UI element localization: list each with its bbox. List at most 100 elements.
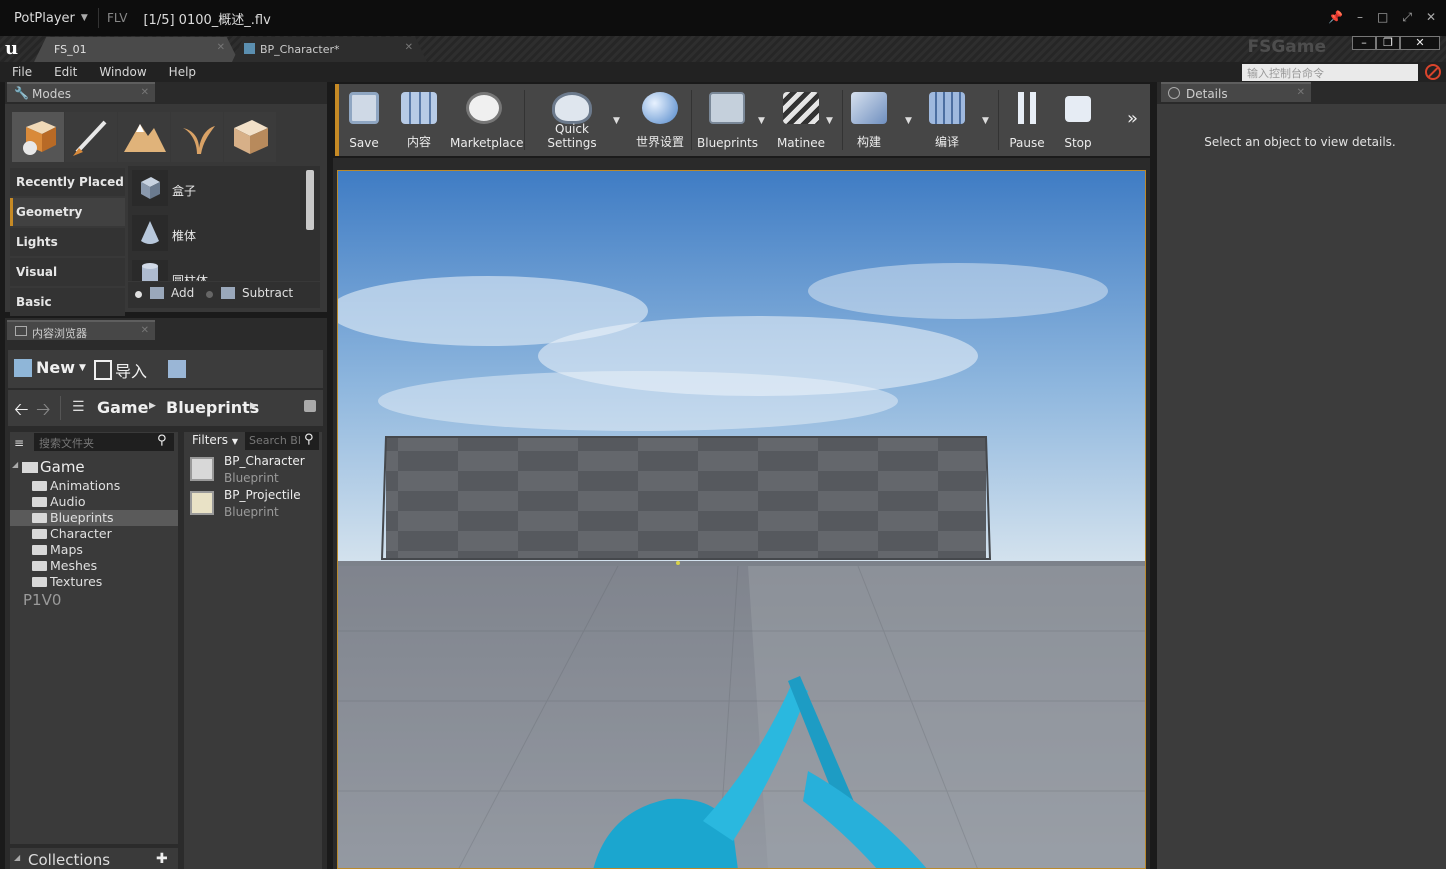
blueprint-icon xyxy=(709,92,745,124)
menu-help[interactable]: Help xyxy=(169,65,196,79)
close-button[interactable]: ✕ xyxy=(1400,36,1440,50)
import-button[interactable]: 导入 xyxy=(94,358,147,382)
place-mode-button[interactable] xyxy=(12,112,64,162)
save-button[interactable]: Save xyxy=(342,88,386,150)
asset-item[interactable]: BP_Projectile Blueprint xyxy=(188,488,320,522)
list-item[interactable]: 盒子 xyxy=(132,170,312,208)
tab-blueprint[interactable]: BP_Character* ✕ xyxy=(232,37,427,62)
content-button[interactable]: 内容 xyxy=(396,88,442,150)
tab-content-browser[interactable]: 内容浏览器 ✕ xyxy=(7,320,155,340)
compile-button[interactable]: 编译 xyxy=(922,88,972,150)
new-button[interactable]: New ▼ xyxy=(14,358,86,377)
asset-item[interactable]: BP_Character Blueprint xyxy=(188,454,320,488)
quick-settings-button[interactable]: Quick Settings xyxy=(531,88,613,150)
chevron-down-icon[interactable]: ▼ xyxy=(982,116,989,126)
player-brand: PotPlayer xyxy=(14,10,75,26)
new-label: New xyxy=(36,358,76,377)
folder-maps[interactable]: Maps xyxy=(10,542,178,558)
menu-bar: File Edit Window Help xyxy=(0,62,1446,82)
tree-extra-node[interactable]: P1V0 xyxy=(10,591,178,609)
filters-button[interactable]: Filters ▼ xyxy=(192,433,238,447)
close-icon[interactable]: ✕ xyxy=(405,42,413,53)
brush-type-row: Add Subtract xyxy=(128,282,320,308)
save-all-icon[interactable] xyxy=(168,360,186,378)
minimize-button[interactable]: – xyxy=(1352,36,1376,50)
chevron-down-icon: ▼ xyxy=(80,13,88,23)
build-button[interactable]: 构建 xyxy=(848,88,890,150)
tab-label: Details xyxy=(1186,87,1228,101)
close-icon[interactable]: ✕ xyxy=(141,325,149,336)
folder-meshes[interactable]: Meshes xyxy=(10,558,178,574)
lock-icon[interactable] xyxy=(304,400,316,412)
breadcrumb-blueprints[interactable]: Blueprints xyxy=(166,398,259,417)
maximize-icon[interactable]: □ xyxy=(1377,10,1388,25)
tree-options-icon[interactable]: ≡ xyxy=(14,436,24,450)
close-icon[interactable]: ✕ xyxy=(217,42,225,53)
folder-audio[interactable]: Audio xyxy=(10,494,178,510)
list-item[interactable]: 椎体 xyxy=(132,215,312,253)
category-basic[interactable]: Basic xyxy=(10,288,125,316)
divider xyxy=(842,90,843,150)
import-label: 导入 xyxy=(115,362,148,381)
tab-details[interactable]: Details ✕ xyxy=(1161,82,1311,102)
close-icon[interactable]: ✕ xyxy=(1426,10,1436,25)
menu-file[interactable]: File xyxy=(12,65,32,79)
subtract-radio[interactable] xyxy=(206,291,213,298)
restore-button[interactable]: ❐ xyxy=(1376,36,1400,50)
chevron-right-icon[interactable]: ▶ xyxy=(250,401,257,411)
blueprints-button[interactable]: Blueprints xyxy=(697,88,758,150)
chevron-down-icon[interactable]: ▼ xyxy=(826,116,833,126)
paint-mode-button[interactable] xyxy=(65,112,117,162)
path-tree-icon[interactable]: ☰ xyxy=(72,399,85,415)
stop-icon xyxy=(1065,96,1091,122)
breadcrumb-game[interactable]: Game xyxy=(97,398,148,417)
chevron-down-icon[interactable]: ▼ xyxy=(613,116,620,126)
import-icon xyxy=(94,360,112,380)
add-collection-icon[interactable]: ✚ xyxy=(156,851,168,867)
add-radio[interactable] xyxy=(135,291,142,298)
expand-arrow-icon[interactable]: ◢ xyxy=(14,853,20,862)
toolbar-overflow-icon[interactable]: » xyxy=(1127,108,1138,129)
chevron-down-icon[interactable]: ▼ xyxy=(758,116,765,126)
matinee-button[interactable]: Matinee xyxy=(776,88,826,150)
collections-header[interactable]: ◢ Collections ✚ xyxy=(10,848,178,869)
forward-arrow-icon[interactable]: 🡢 xyxy=(36,397,51,427)
close-icon[interactable]: ✕ xyxy=(141,87,149,98)
stop-label: Stop xyxy=(1064,136,1092,150)
scrollbar[interactable] xyxy=(306,170,314,230)
folder-textures[interactable]: Textures xyxy=(10,574,178,590)
no-entry-icon[interactable] xyxy=(1425,64,1441,80)
landscape-mode-button[interactable] xyxy=(118,112,170,162)
category-lights[interactable]: Lights xyxy=(10,228,125,256)
console-command-input[interactable]: 输入控制台命令 xyxy=(1242,64,1418,81)
tab-level[interactable]: FS_01 ✕ xyxy=(34,37,239,62)
folder-animations[interactable]: Animations xyxy=(10,478,178,494)
tree-root-game[interactable]: ◢ Game xyxy=(10,458,178,478)
expand-arrow-icon[interactable]: ◢ xyxy=(12,460,18,469)
tab-modes[interactable]: 🔧 Modes ✕ xyxy=(7,82,155,102)
back-arrow-icon[interactable]: 🡠 xyxy=(14,397,29,427)
folder-blueprints[interactable]: Blueprints xyxy=(10,510,178,526)
folder-character[interactable]: Character xyxy=(10,526,178,542)
pin-icon[interactable]: 📌 xyxy=(1328,10,1343,25)
chevron-down-icon[interactable]: ▼ xyxy=(905,116,912,126)
category-visual[interactable]: Visual xyxy=(10,258,125,286)
player-menu-button[interactable]: PotPlayer ▼ xyxy=(0,11,90,26)
menu-window[interactable]: Window xyxy=(99,65,146,79)
world-settings-button[interactable]: 世界设置 xyxy=(634,88,686,150)
menu-edit[interactable]: Edit xyxy=(54,65,77,79)
fullscreen-icon[interactable]: ⤢ xyxy=(1402,10,1412,25)
level-viewport[interactable] xyxy=(337,170,1146,869)
list-item[interactable]: 圆柱体 xyxy=(132,260,312,281)
minimize-icon[interactable]: – xyxy=(1357,10,1363,25)
chevron-right-icon[interactable]: ▶ xyxy=(149,401,156,411)
stop-button[interactable]: Stop xyxy=(1058,88,1098,150)
category-recently-placed[interactable]: Recently Placed xyxy=(10,168,125,196)
pause-button[interactable]: Pause xyxy=(1006,88,1048,150)
category-geometry[interactable]: Geometry xyxy=(10,198,125,226)
marketplace-button[interactable]: Marketplace xyxy=(450,88,524,150)
foliage-mode-button[interactable] xyxy=(171,112,223,162)
close-icon[interactable]: ✕ xyxy=(1297,87,1305,98)
folder-search-input[interactable]: 搜索文件夹 xyxy=(34,433,174,451)
geometry-edit-mode-button[interactable] xyxy=(224,112,276,162)
